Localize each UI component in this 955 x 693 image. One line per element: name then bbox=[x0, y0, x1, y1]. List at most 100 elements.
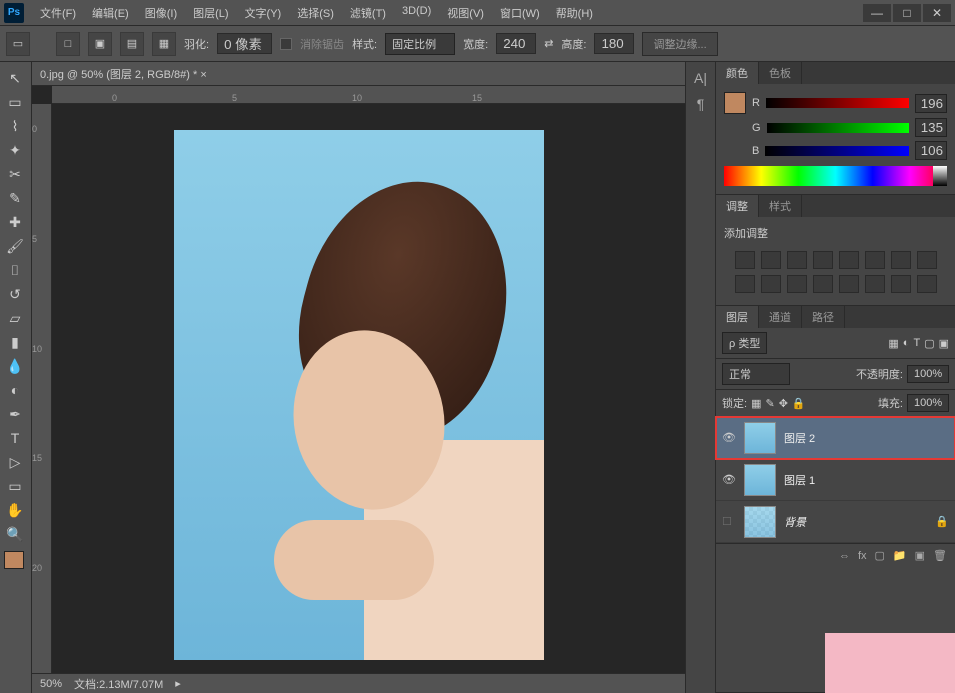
gradient-tool[interactable]: ▮ bbox=[2, 331, 28, 353]
tab-channels[interactable]: 通道 bbox=[759, 306, 802, 328]
menu-3d[interactable]: 3D(D) bbox=[394, 1, 439, 25]
brush-tool[interactable]: 🖌 bbox=[2, 235, 28, 257]
color-swatch[interactable] bbox=[724, 92, 746, 114]
menu-file[interactable]: 文件(F) bbox=[32, 1, 84, 25]
zoom-level[interactable]: 50% bbox=[40, 678, 62, 690]
lasso-tool[interactable]: ⌇ bbox=[2, 115, 28, 137]
layer-row-1[interactable]: 👁 图层 1 bbox=[716, 459, 955, 501]
refine-edge-button[interactable]: 调整边缘... bbox=[642, 32, 717, 56]
g-slider[interactable] bbox=[767, 123, 909, 133]
fill-input[interactable]: 100% bbox=[907, 394, 949, 412]
lock-all-icon[interactable]: 🔒 bbox=[792, 397, 806, 410]
marquee-tool[interactable]: ▭ bbox=[2, 91, 28, 113]
adj-exposure-icon[interactable] bbox=[813, 251, 833, 269]
menu-layer[interactable]: 图层(L) bbox=[185, 1, 236, 25]
adj-posterize-icon[interactable] bbox=[839, 275, 859, 293]
minimize-button[interactable]: — bbox=[863, 4, 891, 22]
layer-name[interactable]: 背景 bbox=[784, 514, 806, 530]
selection-intersect-icon[interactable]: ▦ bbox=[152, 32, 176, 56]
dodge-tool[interactable]: ◐ bbox=[2, 379, 28, 401]
mask-icon[interactable]: ▢ bbox=[875, 549, 885, 562]
height-input[interactable] bbox=[594, 33, 634, 54]
adj-channelmixer-icon[interactable] bbox=[761, 275, 781, 293]
blur-tool[interactable]: 💧 bbox=[2, 355, 28, 377]
menu-help[interactable]: 帮助(H) bbox=[548, 1, 601, 25]
menu-filter[interactable]: 滤镜(T) bbox=[342, 1, 394, 25]
link-layers-icon[interactable]: ⇔ bbox=[839, 550, 850, 562]
selection-add-icon[interactable]: ▣ bbox=[88, 32, 112, 56]
adj-photofilter-icon[interactable] bbox=[735, 275, 755, 293]
marquee-tool-icon[interactable]: ▭ bbox=[6, 32, 30, 56]
visibility-icon[interactable]: 👁 bbox=[722, 473, 736, 486]
adj-levels-icon[interactable] bbox=[761, 251, 781, 269]
heal-tool[interactable]: ✚ bbox=[2, 211, 28, 233]
antialias-checkbox[interactable] bbox=[280, 38, 292, 50]
filter-type-icon[interactable]: T bbox=[913, 337, 920, 349]
tab-adjustments[interactable]: 调整 bbox=[716, 195, 759, 217]
history-brush-tool[interactable]: ↺ bbox=[2, 283, 28, 305]
maximize-button[interactable]: □ bbox=[893, 4, 921, 22]
eraser-tool[interactable]: ▱ bbox=[2, 307, 28, 329]
lock-pixels-icon[interactable]: ✎ bbox=[765, 397, 774, 410]
character-panel-icon[interactable]: A| bbox=[690, 70, 711, 92]
swap-wh-icon[interactable]: ⇄ bbox=[544, 37, 553, 50]
pen-tool[interactable]: ✒ bbox=[2, 403, 28, 425]
menu-edit[interactable]: 编辑(E) bbox=[84, 1, 137, 25]
selection-subtract-icon[interactable]: ▤ bbox=[120, 32, 144, 56]
fx-icon[interactable]: fx bbox=[858, 550, 867, 562]
layer-name[interactable]: 图层 2 bbox=[784, 430, 815, 446]
adj-hue-icon[interactable] bbox=[865, 251, 885, 269]
new-layer-icon[interactable]: ▣ bbox=[915, 549, 925, 562]
b-input[interactable] bbox=[915, 141, 947, 160]
adj-gradient-icon[interactable] bbox=[891, 275, 911, 293]
style-select[interactable]: 固定比例 bbox=[385, 33, 455, 55]
b-slider[interactable] bbox=[765, 146, 909, 156]
menu-window[interactable]: 窗口(W) bbox=[492, 1, 548, 25]
adj-curves-icon[interactable] bbox=[787, 251, 807, 269]
filter-smart-icon[interactable]: ▣ bbox=[939, 337, 949, 350]
eyedropper-tool[interactable]: ✎ bbox=[2, 187, 28, 209]
visibility-icon[interactable]: ☐ bbox=[722, 515, 736, 528]
adj-selective-icon[interactable] bbox=[917, 275, 937, 293]
document-tab[interactable]: 0.jpg @ 50% (图层 2, RGB/8#) * × bbox=[32, 62, 685, 86]
filter-pixel-icon[interactable]: ▦ bbox=[888, 337, 898, 350]
layer-kind-select[interactable]: ρ 类型 bbox=[722, 332, 767, 354]
crop-tool[interactable]: ✂ bbox=[2, 163, 28, 185]
move-tool[interactable]: ↖ bbox=[2, 67, 28, 89]
adj-invert-icon[interactable] bbox=[813, 275, 833, 293]
feather-input[interactable] bbox=[217, 33, 272, 54]
lock-trans-icon[interactable]: ▦ bbox=[751, 397, 761, 410]
trash-icon[interactable]: 🗑 bbox=[933, 549, 947, 562]
color-spectrum[interactable] bbox=[724, 166, 947, 186]
tab-styles[interactable]: 样式 bbox=[759, 195, 802, 217]
tab-layers[interactable]: 图层 bbox=[716, 306, 759, 328]
layer-thumb[interactable] bbox=[744, 506, 776, 538]
foreground-color-swatch[interactable] bbox=[4, 551, 24, 569]
blend-mode-select[interactable]: 正常 bbox=[722, 363, 790, 385]
tab-color[interactable]: 颜色 bbox=[716, 62, 759, 84]
shape-tool[interactable]: ▭ bbox=[2, 475, 28, 497]
tab-paths[interactable]: 路径 bbox=[802, 306, 845, 328]
r-slider[interactable] bbox=[766, 98, 909, 108]
menu-text[interactable]: 文字(Y) bbox=[237, 1, 290, 25]
width-input[interactable] bbox=[496, 33, 536, 54]
type-tool[interactable]: T bbox=[2, 427, 28, 449]
menu-view[interactable]: 视图(V) bbox=[439, 1, 492, 25]
filter-adjust-icon[interactable]: ◐ bbox=[903, 337, 910, 349]
layer-name[interactable]: 图层 1 bbox=[784, 472, 815, 488]
adj-vibrance-icon[interactable] bbox=[839, 251, 859, 269]
wand-tool[interactable]: ✦ bbox=[2, 139, 28, 161]
new-group-icon[interactable]: 📁 bbox=[893, 549, 907, 562]
adj-brightness-icon[interactable] bbox=[735, 251, 755, 269]
adj-threshold-icon[interactable] bbox=[865, 275, 885, 293]
opacity-input[interactable]: 100% bbox=[907, 365, 949, 383]
hand-tool[interactable]: ✋ bbox=[2, 499, 28, 521]
adj-lookup-icon[interactable] bbox=[787, 275, 807, 293]
adj-colorbalance-icon[interactable] bbox=[891, 251, 911, 269]
stamp-tool[interactable]: ⌷ bbox=[2, 259, 28, 281]
visibility-icon[interactable]: 👁 bbox=[722, 431, 736, 444]
close-button[interactable]: ✕ bbox=[923, 4, 951, 22]
tab-swatch[interactable]: 色板 bbox=[759, 62, 802, 84]
menu-select[interactable]: 选择(S) bbox=[289, 1, 342, 25]
adj-bw-icon[interactable] bbox=[917, 251, 937, 269]
